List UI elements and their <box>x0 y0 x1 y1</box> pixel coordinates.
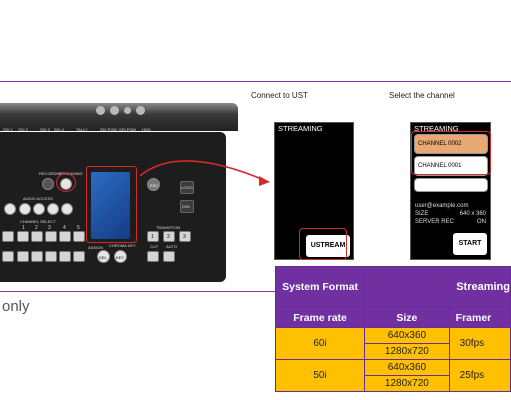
fps-cell: 25fps <box>448 359 511 392</box>
header-system-format: System Format <box>274 266 366 308</box>
streaming-highlight <box>56 173 76 192</box>
user-email: user@example.com <box>415 203 469 209</box>
auto-label: AUTO <box>166 244 178 249</box>
size-cell: 1280x720 <box>364 343 450 360</box>
server-rec-label: SERVER REC <box>415 219 454 225</box>
col-frame-rate: Frame rate <box>274 307 366 328</box>
audio-knob[interactable] <box>47 203 59 215</box>
chromakey-label: CHROMA KEY <box>109 243 136 248</box>
size-cell: 640x360 <box>364 327 450 344</box>
phone-title: STREAMING <box>278 124 323 133</box>
middle-divider <box>0 291 275 292</box>
size-label: SIZE <box>415 211 429 217</box>
channel-select-label: CHANNEL SELECT <box>20 219 56 224</box>
connector-icon <box>136 106 145 115</box>
transition-number: 3 <box>183 234 186 240</box>
channel-highlight <box>411 131 491 175</box>
arrow-icon <box>139 160 270 186</box>
size-cell: 1280x720 <box>364 375 450 392</box>
channel-button[interactable] <box>45 231 57 242</box>
channel-button[interactable] <box>59 251 71 262</box>
connector-icon <box>96 106 105 115</box>
ustream-highlight <box>299 228 347 260</box>
screen-highlight <box>86 166 137 243</box>
transition-number: 1 <box>151 234 154 240</box>
size-value: 640 x 360 <box>459 211 486 217</box>
audio-access-label: AUDIO ACCESS <box>23 196 54 201</box>
connector-icon <box>124 107 131 114</box>
channel-button[interactable] <box>59 231 71 242</box>
channel-button[interactable] <box>73 251 85 262</box>
server-rec-value: ON <box>477 219 486 225</box>
auto-button[interactable] <box>163 251 175 262</box>
frame-rate-cell: 60i <box>274 327 366 360</box>
streaming-format-table: System Format Streaming Frame rate Size … <box>274 266 511 392</box>
transition-label: TRANSITION <box>156 225 181 230</box>
transition-number: 2 <box>167 234 170 240</box>
col-framerate: Framer <box>448 307 511 328</box>
header-streaming: Streaming <box>364 266 511 308</box>
audio-knob[interactable] <box>19 203 31 215</box>
size-cell: 640x360 <box>364 359 450 376</box>
cut-label: CUT <box>150 244 159 249</box>
channel-button[interactable] <box>31 231 43 242</box>
channel-empty-slot <box>414 178 488 192</box>
caption-select: Select the channel <box>389 91 455 100</box>
channel-button[interactable] <box>2 251 14 262</box>
channel-button[interactable] <box>31 251 43 262</box>
col-size: Size <box>364 307 450 328</box>
channel-button[interactable] <box>2 231 14 242</box>
del-label: DEL <box>99 255 107 260</box>
connector-icon <box>110 106 119 115</box>
channel-button[interactable] <box>73 231 85 242</box>
audio-knob[interactable] <box>4 203 16 215</box>
caption-connect: Connect to UST <box>251 91 308 100</box>
body-text: only <box>2 298 30 315</box>
channel-button[interactable] <box>45 251 57 262</box>
cut-button[interactable] <box>147 251 159 262</box>
start-button[interactable]: START <box>453 233 487 255</box>
recording-button[interactable] <box>42 178 54 190</box>
top-divider <box>0 81 511 82</box>
dsk-label: DSK <box>182 204 191 209</box>
fps-cell: 30fps <box>448 327 511 360</box>
key-label: KEY <box>116 255 125 260</box>
channel-button[interactable] <box>17 231 29 242</box>
audio-knob[interactable] <box>61 203 73 215</box>
channel-button[interactable] <box>17 251 29 262</box>
audio-knob[interactable] <box>33 203 45 215</box>
frame-rate-cell: 50i <box>274 359 366 392</box>
